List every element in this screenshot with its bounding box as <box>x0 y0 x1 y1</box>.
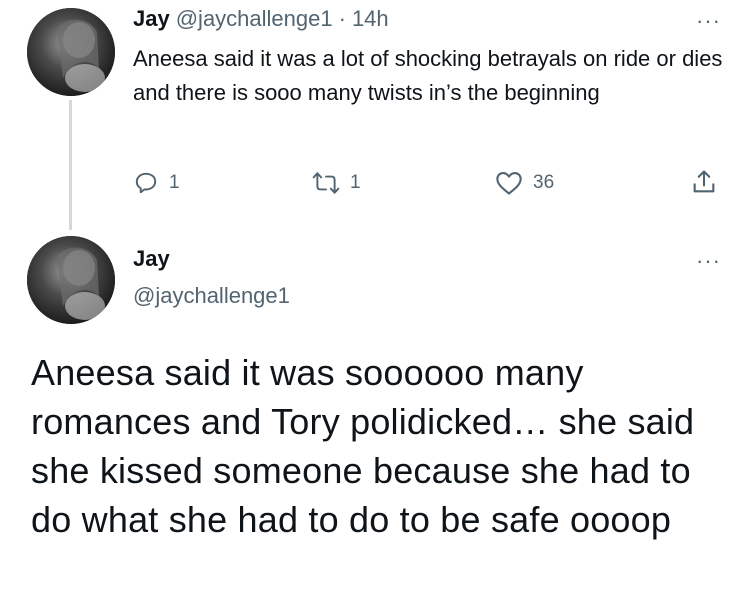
avatar-image <box>27 8 115 96</box>
reply-icon <box>135 172 157 194</box>
like-count: 36 <box>533 172 555 193</box>
main-more-icon[interactable]: ··· <box>696 250 721 272</box>
reply-author-name[interactable]: Jay <box>133 6 170 32</box>
reply-more-icon[interactable]: ··· <box>696 10 721 32</box>
avatar-image <box>27 236 115 324</box>
retweet-icon <box>312 172 340 194</box>
heart-icon <box>496 172 522 195</box>
main-author-name[interactable]: Jay <box>133 246 170 272</box>
share-icon <box>693 170 715 193</box>
retweet-action[interactable]: 1 <box>312 170 361 196</box>
reply-count: 1 <box>169 172 180 193</box>
main-tweet-text: Aneesa said it was soooooo many romances… <box>31 352 695 540</box>
reply-tweet-header: Jay @jaychallenge1 · 14h <box>133 6 389 32</box>
reply-tweet-text: Aneesa said it was a lot of shocking bet… <box>133 46 723 105</box>
thread-connector-line <box>69 100 72 230</box>
reply-author-avatar[interactable] <box>27 8 115 96</box>
reply-action[interactable]: 1 <box>133 170 180 196</box>
share-action[interactable] <box>690 168 718 196</box>
retweet-count: 1 <box>350 172 361 193</box>
like-action[interactable]: 36 <box>495 170 554 196</box>
reply-timestamp[interactable]: 14h <box>352 6 389 32</box>
main-author-avatar[interactable] <box>27 236 115 324</box>
reply-author-handle[interactable]: @jaychallenge1 <box>176 6 333 32</box>
main-author-handle[interactable]: @jaychallenge1 <box>133 283 290 309</box>
header-separator: · <box>338 6 346 31</box>
